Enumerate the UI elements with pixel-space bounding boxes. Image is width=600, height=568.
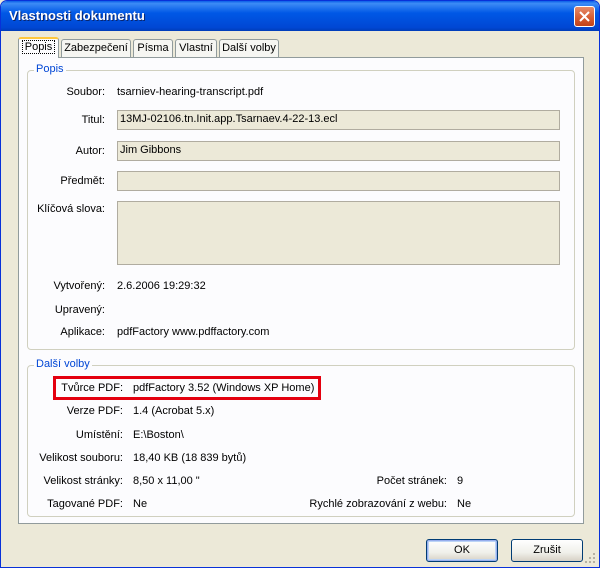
pdf-version-value: 1.4 (Acrobat 5.x) bbox=[133, 405, 215, 417]
keywords-field[interactable] bbox=[117, 201, 560, 265]
tab-description[interactable]: Popis bbox=[18, 37, 59, 58]
tab-label: Vlastní bbox=[179, 42, 213, 54]
created-label: Vytvořený: bbox=[53, 280, 105, 292]
document-properties-dialog: Vlastnosti dokumentu Popis Zabezpečení P… bbox=[0, 0, 600, 568]
page-size-label: Velikost stránky: bbox=[43, 475, 123, 487]
title-bar[interactable]: Vlastnosti dokumentu bbox=[1, 1, 599, 31]
tagged-pdf-value: Ne bbox=[133, 498, 148, 510]
author-label: Autor: bbox=[75, 145, 105, 157]
tab-custom[interactable]: Vlastní bbox=[175, 39, 217, 57]
file-size-label: Velikost souboru: bbox=[39, 452, 123, 464]
tab-label: Další volby bbox=[222, 42, 276, 54]
tab-label: Popis bbox=[21, 40, 56, 54]
cancel-button[interactable]: Zrušit bbox=[511, 539, 583, 562]
application-value: pdfFactory www.pdffactory.com bbox=[117, 326, 270, 338]
advanced-group-title: Další volby bbox=[34, 358, 92, 370]
tab-advanced[interactable]: Další volby bbox=[219, 39, 279, 57]
file-value: tsarniev-hearing-transcript.pdf bbox=[117, 86, 264, 98]
tab-fonts[interactable]: Písma bbox=[133, 39, 173, 57]
close-button[interactable] bbox=[574, 6, 595, 27]
page-count-value: 9 bbox=[457, 475, 464, 487]
file-size-value: 18,40 KB (18 839 bytů) bbox=[133, 452, 247, 464]
tab-panel-description: Popis Soubor: tsarniev-hearing-transcrip… bbox=[18, 57, 584, 524]
page-size-value: 8,50 x 11,00 " bbox=[133, 475, 200, 487]
close-icon bbox=[579, 11, 590, 22]
application-label: Aplikace: bbox=[60, 326, 105, 338]
tab-security[interactable]: Zabezpečení bbox=[61, 39, 131, 57]
tab-label: Zabezpečení bbox=[64, 42, 128, 54]
fast-web-view-label: Rychlé zobrazování z webu: bbox=[309, 498, 447, 510]
subject-field[interactable] bbox=[117, 171, 560, 191]
producer-highlight-box bbox=[53, 376, 321, 400]
file-label: Soubor: bbox=[66, 86, 105, 98]
page-count-label: Počet stránek: bbox=[376, 475, 447, 487]
location-value: E:\Boston\ bbox=[133, 429, 184, 441]
tagged-pdf-label: Tagované PDF: bbox=[47, 498, 123, 510]
created-value: 2.6.2006 19:29:32 bbox=[117, 280, 206, 292]
title-field[interactable]: 13MJ-02106.tn.Init.app.Tsarnaev.4-22-13.… bbox=[117, 110, 560, 130]
fast-web-view-value: Ne bbox=[457, 498, 472, 510]
pdf-version-label: Verze PDF: bbox=[66, 405, 123, 417]
title-label: Titul: bbox=[81, 114, 105, 126]
location-label: Umístění: bbox=[75, 429, 123, 441]
tab-label: Písma bbox=[137, 42, 169, 54]
description-group-title: Popis bbox=[34, 63, 66, 75]
subject-label: Předmět: bbox=[60, 175, 105, 187]
modified-label: Upravený: bbox=[54, 304, 105, 316]
author-field[interactable]: Jim Gibbons bbox=[117, 141, 560, 161]
keywords-label: Klíčová slova: bbox=[37, 203, 105, 215]
window-title: Vlastnosti dokumentu bbox=[9, 8, 145, 23]
ok-button[interactable]: OK bbox=[426, 539, 498, 562]
resize-grip-icon[interactable] bbox=[584, 552, 596, 564]
